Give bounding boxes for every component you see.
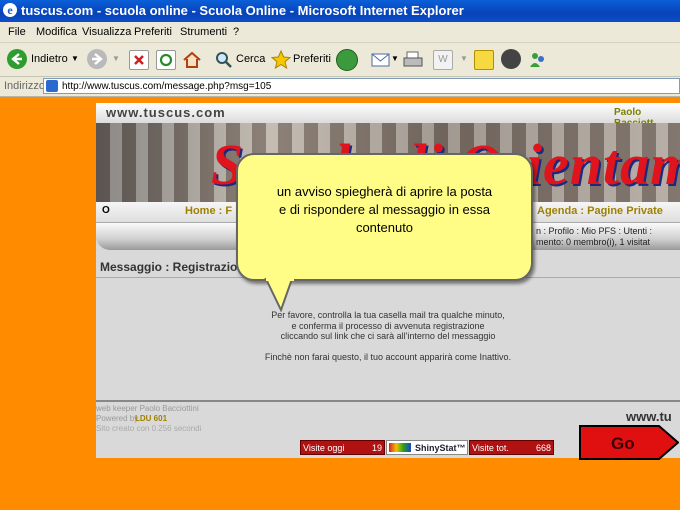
ie-logo-icon: e bbox=[3, 3, 17, 17]
shinystat-badge[interactable]: ShinyStat™ bbox=[386, 440, 468, 455]
back-arrow-icon[interactable] bbox=[7, 49, 27, 69]
footer-ldu-link[interactable]: LDU 601 bbox=[135, 414, 167, 423]
visits-total-value: 668 bbox=[535, 443, 551, 453]
address-bar: Indirizzo http://www.tuscus.com/message.… bbox=[0, 77, 680, 97]
mail-dropdown-icon[interactable]: ▼ bbox=[391, 48, 399, 70]
site-header: www.tuscus.com Paolo Bacciott bbox=[96, 103, 680, 129]
edit-word-icon[interactable]: W bbox=[433, 50, 453, 70]
mail-icon[interactable] bbox=[371, 50, 390, 68]
footer-time: Sito creato con 0.256 secondi bbox=[96, 424, 202, 433]
visits-total-counter: Visite tot. 668 bbox=[469, 440, 554, 455]
print-icon[interactable] bbox=[403, 50, 423, 68]
menu-help[interactable]: ? bbox=[233, 22, 239, 42]
back-dropdown-icon[interactable]: ▼ bbox=[71, 48, 79, 70]
address-url: http://www.tuscus.com/message.php?msg=10… bbox=[62, 81, 272, 92]
media-icon[interactable] bbox=[501, 49, 521, 69]
menu-strumenti[interactable]: Strumenti bbox=[180, 22, 227, 42]
nav-bullet: O bbox=[102, 205, 110, 216]
search-icon[interactable] bbox=[214, 50, 232, 68]
nav-home-link[interactable]: Home : F bbox=[185, 205, 232, 217]
page-icon bbox=[46, 80, 58, 92]
visits-total-label: Visite tot. bbox=[472, 443, 509, 453]
history-icon[interactable] bbox=[336, 49, 358, 71]
window-title-bar: e tuscus.com - scuola online - Scuola On… bbox=[0, 0, 680, 22]
online-count: mento: 0 membro(i), 1 visitat bbox=[536, 237, 651, 247]
callout-text: un avviso spiegherà di aprire la posta e… bbox=[238, 183, 531, 237]
edit-dropdown-icon[interactable]: ▼ bbox=[460, 48, 468, 70]
site-logo[interactable]: www.tuscus.com bbox=[106, 105, 226, 120]
message-body: Per favore, controlla la tua casella mai… bbox=[96, 310, 680, 362]
notes-icon[interactable] bbox=[474, 50, 494, 70]
menu-bar: File Modifica Visualizza Preferiti Strum… bbox=[0, 22, 680, 43]
refresh-icon[interactable] bbox=[156, 50, 176, 70]
search-button[interactable]: Cerca bbox=[236, 48, 265, 70]
menu-visualizza[interactable]: Visualizza bbox=[82, 22, 131, 42]
footer-powered: Powered by bbox=[96, 414, 139, 423]
nav-agenda-link[interactable]: Agenda : Pagine Private bbox=[537, 205, 663, 217]
callout-line: e di rispondere al messaggio in essa bbox=[278, 202, 490, 217]
user-menu-links[interactable]: n : Profilo : Mio PFS : Utenti : bbox=[536, 226, 652, 236]
callout-line: un avviso spiegherà di aprire la posta bbox=[276, 184, 493, 199]
shinystat-bars-icon bbox=[389, 443, 411, 452]
window-title: tuscus.com - scuola online - Scuola Onli… bbox=[21, 3, 464, 18]
message-line: Per favore, controlla la tua casella mai… bbox=[271, 310, 505, 320]
footer-keeper: web keeper Paolo Bacciottini bbox=[96, 404, 199, 413]
callout-tail bbox=[264, 278, 294, 312]
back-button[interactable]: Indietro bbox=[31, 48, 68, 70]
address-label: Indirizzo bbox=[4, 80, 45, 92]
address-field[interactable]: http://www.tuscus.com/message.php?msg=10… bbox=[43, 78, 680, 94]
menu-modifica[interactable]: Modifica bbox=[36, 22, 77, 42]
message-line: cliccando sul link che ci sarà all'inter… bbox=[280, 331, 496, 341]
menu-file[interactable]: File bbox=[8, 22, 26, 42]
tutorial-callout: un avviso spiegherà di aprire la posta e… bbox=[236, 153, 533, 281]
message-line: e conferma il processo di avvenuta regis… bbox=[291, 320, 485, 331]
home-icon[interactable] bbox=[182, 50, 201, 68]
message-line: Finchè non farai questo, il tuo account … bbox=[264, 351, 512, 362]
messenger-icon[interactable] bbox=[528, 50, 546, 68]
favorites-button[interactable]: Preferiti bbox=[293, 48, 331, 70]
stop-icon[interactable] bbox=[129, 50, 149, 70]
menu-preferiti[interactable]: Preferiti bbox=[134, 22, 172, 42]
forward-arrow-icon[interactable] bbox=[87, 49, 107, 69]
callout-line: contenuto bbox=[355, 220, 414, 235]
toolbar: Indietro ▼ ▼ Cerca Preferiti ▼ W ▼ bbox=[0, 43, 680, 77]
forward-dropdown-icon[interactable]: ▼ bbox=[112, 48, 120, 70]
visits-today-label: Visite oggi bbox=[303, 443, 345, 453]
footer-logo: www.tu bbox=[626, 409, 672, 424]
visits-today-counter: Visite oggi 19 bbox=[300, 440, 385, 455]
favorites-star-icon[interactable] bbox=[270, 49, 292, 70]
go-label: Go bbox=[611, 434, 635, 453]
go-button[interactable]: Go bbox=[579, 425, 679, 460]
visits-today-value: 19 bbox=[371, 443, 382, 453]
message-title: Messaggio : Registrazion bbox=[100, 260, 245, 274]
shinystat-label: ShinyStat™ bbox=[415, 443, 466, 453]
